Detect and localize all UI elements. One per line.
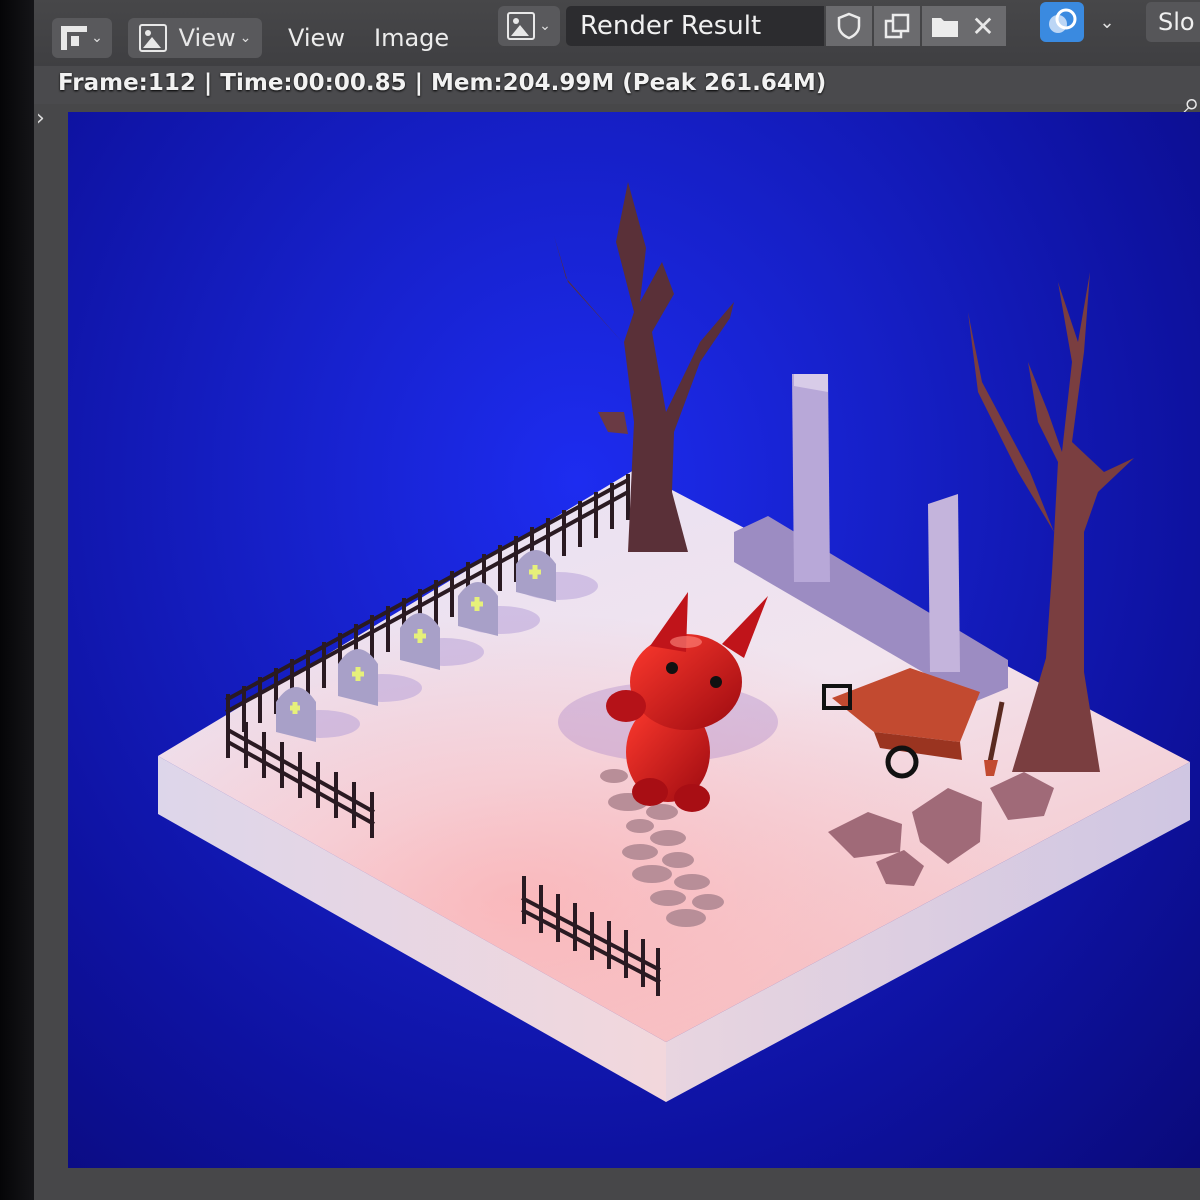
- close-icon: ✕: [971, 9, 995, 43]
- overlay-toggle-button[interactable]: [1040, 2, 1084, 42]
- render-stats: Frame:112 | Time:00:00.85 | Mem:204.99M …: [58, 70, 827, 96]
- image-editor-header: ⌄ View ⌄ View Image ⌄ Render Result ✕ ⌄ …: [34, 0, 1200, 66]
- sidebar-expand-icon[interactable]: ›: [36, 106, 45, 131]
- slot-selector[interactable]: Slo: [1146, 2, 1200, 42]
- render-result-image: [68, 112, 1200, 1168]
- chevron-down-icon: ⌄: [91, 30, 103, 46]
- chevron-down-icon: ⌄: [239, 30, 252, 46]
- menu-view[interactable]: View: [280, 18, 353, 58]
- editor-type-button[interactable]: ⌄: [52, 18, 112, 58]
- overlay-circles-icon: [1049, 8, 1077, 33]
- isometric-graveyard-scene: [158, 182, 1190, 1102]
- view-mode-dropdown[interactable]: View ⌄: [128, 18, 262, 58]
- overlay-dropdown[interactable]: ⌄: [1088, 2, 1122, 42]
- image-icon: [138, 24, 167, 52]
- chevron-down-icon: ⌄: [1099, 11, 1115, 33]
- menu-image[interactable]: Image: [366, 18, 457, 58]
- copy-icon: [884, 13, 910, 39]
- chevron-down-icon: ⌄: [539, 18, 551, 34]
- left-dead-tree: [554, 182, 734, 552]
- fake-user-button[interactable]: [826, 6, 872, 46]
- unlink-image-button[interactable]: ✕: [960, 6, 1006, 46]
- duplicate-image-button[interactable]: [874, 6, 920, 46]
- image-icon: [507, 12, 536, 40]
- image-editor-window: ⌄ View ⌄ View Image ⌄ Render Result ✕ ⌄ …: [34, 0, 1200, 1200]
- view-mode-label: View: [178, 24, 236, 52]
- monitor-bezel: [0, 0, 34, 1200]
- image-editor-icon: [61, 26, 88, 50]
- folder-icon: [932, 18, 958, 37]
- image-name-field[interactable]: Render Result: [566, 6, 824, 46]
- shield-icon: [837, 12, 861, 40]
- browse-image-button[interactable]: ⌄: [498, 6, 560, 46]
